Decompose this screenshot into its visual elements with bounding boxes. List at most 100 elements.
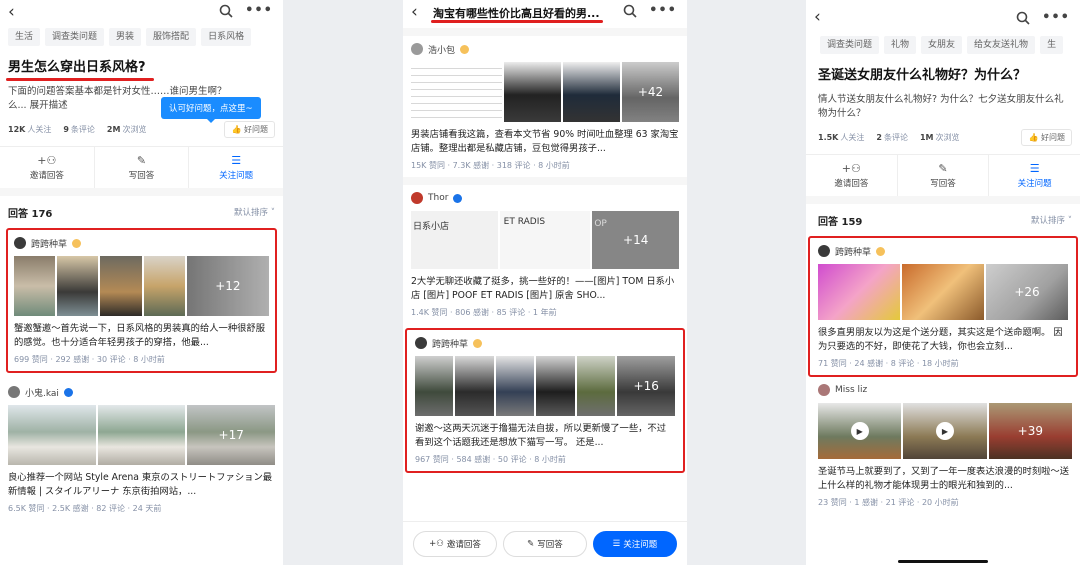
author-name[interactable]: Miss liz xyxy=(835,385,867,395)
topic-tag[interactable]: 男装 xyxy=(109,28,142,46)
sort-dropdown[interactable]: 默认排序 ˅ xyxy=(1031,214,1072,226)
follow-question-button[interactable]: ☰ 关注问题 xyxy=(989,155,1080,196)
author-name[interactable]: 跨跨种草 xyxy=(31,237,67,250)
outfit-photo[interactable] xyxy=(576,356,616,416)
answer-author[interactable]: Thor xyxy=(411,190,679,206)
author-name[interactable]: Thor xyxy=(428,193,448,203)
answer-card[interactable]: 跨跨种草 +16 谢邀～这两天沉迷于撸猫无法自拔，所以更新慢了一些，不过看到这个… xyxy=(405,328,685,473)
shop-logo-image[interactable]: ET RADIS xyxy=(499,211,591,269)
street-photo[interactable] xyxy=(97,405,186,465)
video-thumbnail[interactable]: ▶ xyxy=(818,403,902,459)
topic-tag[interactable]: 给女友送礼物 xyxy=(967,36,1036,54)
avatar[interactable] xyxy=(8,386,20,398)
answer-card[interactable]: 跨跨种草 +12 蟹邀蟹邀～首先说一下，日系风格的男装真的给人一种很舒服的感觉。… xyxy=(6,228,277,373)
answer-images[interactable]: +12 xyxy=(14,256,270,316)
topic-tag[interactable]: 服饰搭配 xyxy=(146,28,197,46)
more-icon[interactable]: ••• xyxy=(1042,10,1070,25)
search-icon[interactable] xyxy=(623,4,637,18)
answer-card[interactable]: Thor 日系小店 ET RADIS OP +14 2大学无聊还收藏了挺多，挑一些… xyxy=(403,185,687,324)
answer-card[interactable]: 跨跨种草 +26 很多直男朋友以为这是个送分题，其实这是个送命题啊。 因为只要选… xyxy=(808,236,1078,377)
answer-author[interactable]: 浩小包 xyxy=(411,41,679,57)
avatar[interactable] xyxy=(14,237,26,249)
write-answer-button[interactable]: ✎ 写回答 xyxy=(503,530,587,557)
answer-author[interactable]: 小鬼.kai xyxy=(8,384,275,400)
outfit-photo[interactable] xyxy=(536,356,575,416)
outfit-photo[interactable] xyxy=(504,62,562,122)
answer-excerpt[interactable]: 良心推荐一个网站 Style Arena 東京のストリートファション最新情報 |… xyxy=(8,471,275,499)
answer-images[interactable]: +16 xyxy=(415,356,676,416)
answer-excerpt[interactable]: 蟹邀蟹邀～首先说一下，日系风格的男装真的给人一种很舒服的感觉。也十分适合年轻男孩… xyxy=(14,322,269,350)
answer-author[interactable]: 跨跨种草 xyxy=(14,235,269,251)
play-icon[interactable]: ▶ xyxy=(850,422,869,440)
topic-tag[interactable]: 生活 xyxy=(8,28,41,46)
outfit-photo[interactable]: +12 xyxy=(186,256,270,316)
answer-images[interactable]: 日系小店 ET RADIS OP +14 xyxy=(411,211,680,269)
play-icon[interactable]: ▶ xyxy=(935,422,954,440)
invite-answer-button[interactable]: +⚇ 邀请回答 xyxy=(806,155,898,196)
street-photo[interactable]: +17 xyxy=(187,405,276,465)
search-icon[interactable] xyxy=(219,4,233,18)
answer-card[interactable]: 小鬼.kai +17 良心推荐一个网站 Style Arena 東京のストリート… xyxy=(0,379,283,520)
answer-card[interactable]: 浩小包 +42 男装店铺看我这篇，查看本文节省 90% 时间吐血整理 63 家淘… xyxy=(403,36,687,177)
follow-question-button[interactable]: ☰ 关注问题 xyxy=(189,147,283,188)
answer-images[interactable]: +26 xyxy=(818,264,1068,320)
gift-photo[interactable]: +39 xyxy=(988,403,1072,459)
answer-excerpt[interactable]: 2大学无聊还收藏了挺多，挑一些好的！——[图片] TOM 日系小店 [图片] P… xyxy=(411,275,679,303)
answer-author[interactable]: Miss liz xyxy=(818,382,1072,398)
topic-tag[interactable]: 女朋友 xyxy=(921,36,963,54)
street-photo[interactable] xyxy=(8,405,96,465)
answer-excerpt[interactable]: 男装店铺看我这篇，查看本文节省 90% 时间吐血整理 63 家淘宝店铺。整理出都… xyxy=(411,128,679,156)
meme-photo[interactable] xyxy=(818,264,900,320)
answer-author[interactable]: 跨跨种草 xyxy=(818,243,1068,259)
video-thumbnail[interactable]: ▶ xyxy=(903,403,987,459)
outfit-photo[interactable] xyxy=(563,62,621,122)
outfit-photo[interactable]: +42 xyxy=(622,62,679,122)
topic-tag[interactable]: 调查类问题 xyxy=(45,28,105,46)
shop-logo-image[interactable]: 日系小店 xyxy=(411,211,498,269)
outfit-photo[interactable] xyxy=(14,256,56,316)
invite-answer-button[interactable]: +⚇ 邀请回答 xyxy=(0,147,95,188)
topic-tag[interactable]: 日系风格 xyxy=(201,28,252,46)
author-name[interactable]: 跨跨种草 xyxy=(432,337,468,350)
back-arrow-icon[interactable]: ‹ xyxy=(8,3,15,21)
outfit-photo[interactable] xyxy=(495,356,535,416)
avatar[interactable] xyxy=(411,43,423,55)
answer-card[interactable]: Miss liz ▶ ▶ +39 圣诞节马上就要到了，又到了一年一度表达浪漫的时… xyxy=(806,377,1080,514)
outfit-photo[interactable] xyxy=(57,256,99,316)
shop-table-image[interactable] xyxy=(411,62,503,122)
topic-tag[interactable]: 生 xyxy=(1040,36,1064,54)
expand-description-link[interactable]: 么... 展开描述 xyxy=(8,100,68,111)
avatar[interactable] xyxy=(411,192,423,204)
answer-images[interactable]: +42 xyxy=(411,62,679,122)
meme-photo[interactable] xyxy=(902,264,984,320)
comments-label[interactable]: 条评论 xyxy=(71,124,95,135)
answer-images[interactable]: +17 xyxy=(8,405,276,465)
shop-logo-image[interactable]: OP +14 xyxy=(592,211,680,269)
answer-excerpt[interactable]: 很多直男朋友以为这是个送分题，其实这是个送命题啊。 因为只要选的不好，即使花了大… xyxy=(818,326,1068,354)
topic-tag[interactable]: 调查类问题 xyxy=(820,36,880,54)
meme-photo[interactable]: +26 xyxy=(986,264,1068,320)
follow-question-button[interactable]: ☰ 关注问题 xyxy=(593,530,677,557)
good-question-button[interactable]: 👍 好问题 xyxy=(1021,129,1072,146)
answer-excerpt[interactable]: 圣诞节马上就要到了，又到了一年一度表达浪漫的时刻啦～送上什么样的礼物才能体现男士… xyxy=(818,465,1072,493)
answer-images[interactable]: ▶ ▶ +39 xyxy=(818,403,1072,459)
back-arrow-icon[interactable]: ‹ xyxy=(814,8,821,26)
topic-tag[interactable]: 礼物 xyxy=(884,36,917,54)
outfit-photo[interactable] xyxy=(415,356,454,416)
outfit-photo[interactable] xyxy=(455,356,494,416)
write-answer-button[interactable]: ✎ 写回答 xyxy=(95,147,190,188)
comments-label[interactable]: 条评论 xyxy=(884,132,908,143)
outfit-photo[interactable] xyxy=(100,256,142,316)
answer-excerpt[interactable]: 谢邀～这两天沉迷于撸猫无法自拔，所以更新慢了一些，不过看到这个话题我还是想放下猫… xyxy=(415,422,675,450)
more-icon[interactable]: ••• xyxy=(245,3,273,18)
back-arrow-icon[interactable]: ‹ xyxy=(411,3,418,21)
search-icon[interactable] xyxy=(1016,11,1030,25)
outfit-photo[interactable] xyxy=(143,256,185,316)
author-name[interactable]: 浩小包 xyxy=(428,43,455,56)
avatar[interactable] xyxy=(818,245,830,257)
answer-author[interactable]: 跨跨种草 xyxy=(415,335,675,351)
sort-dropdown[interactable]: 默认排序 ˅ xyxy=(234,206,275,218)
good-question-button[interactable]: 👍 好问题 xyxy=(224,121,275,138)
author-name[interactable]: 小鬼.kai xyxy=(25,386,59,399)
author-name[interactable]: 跨跨种草 xyxy=(835,245,871,258)
